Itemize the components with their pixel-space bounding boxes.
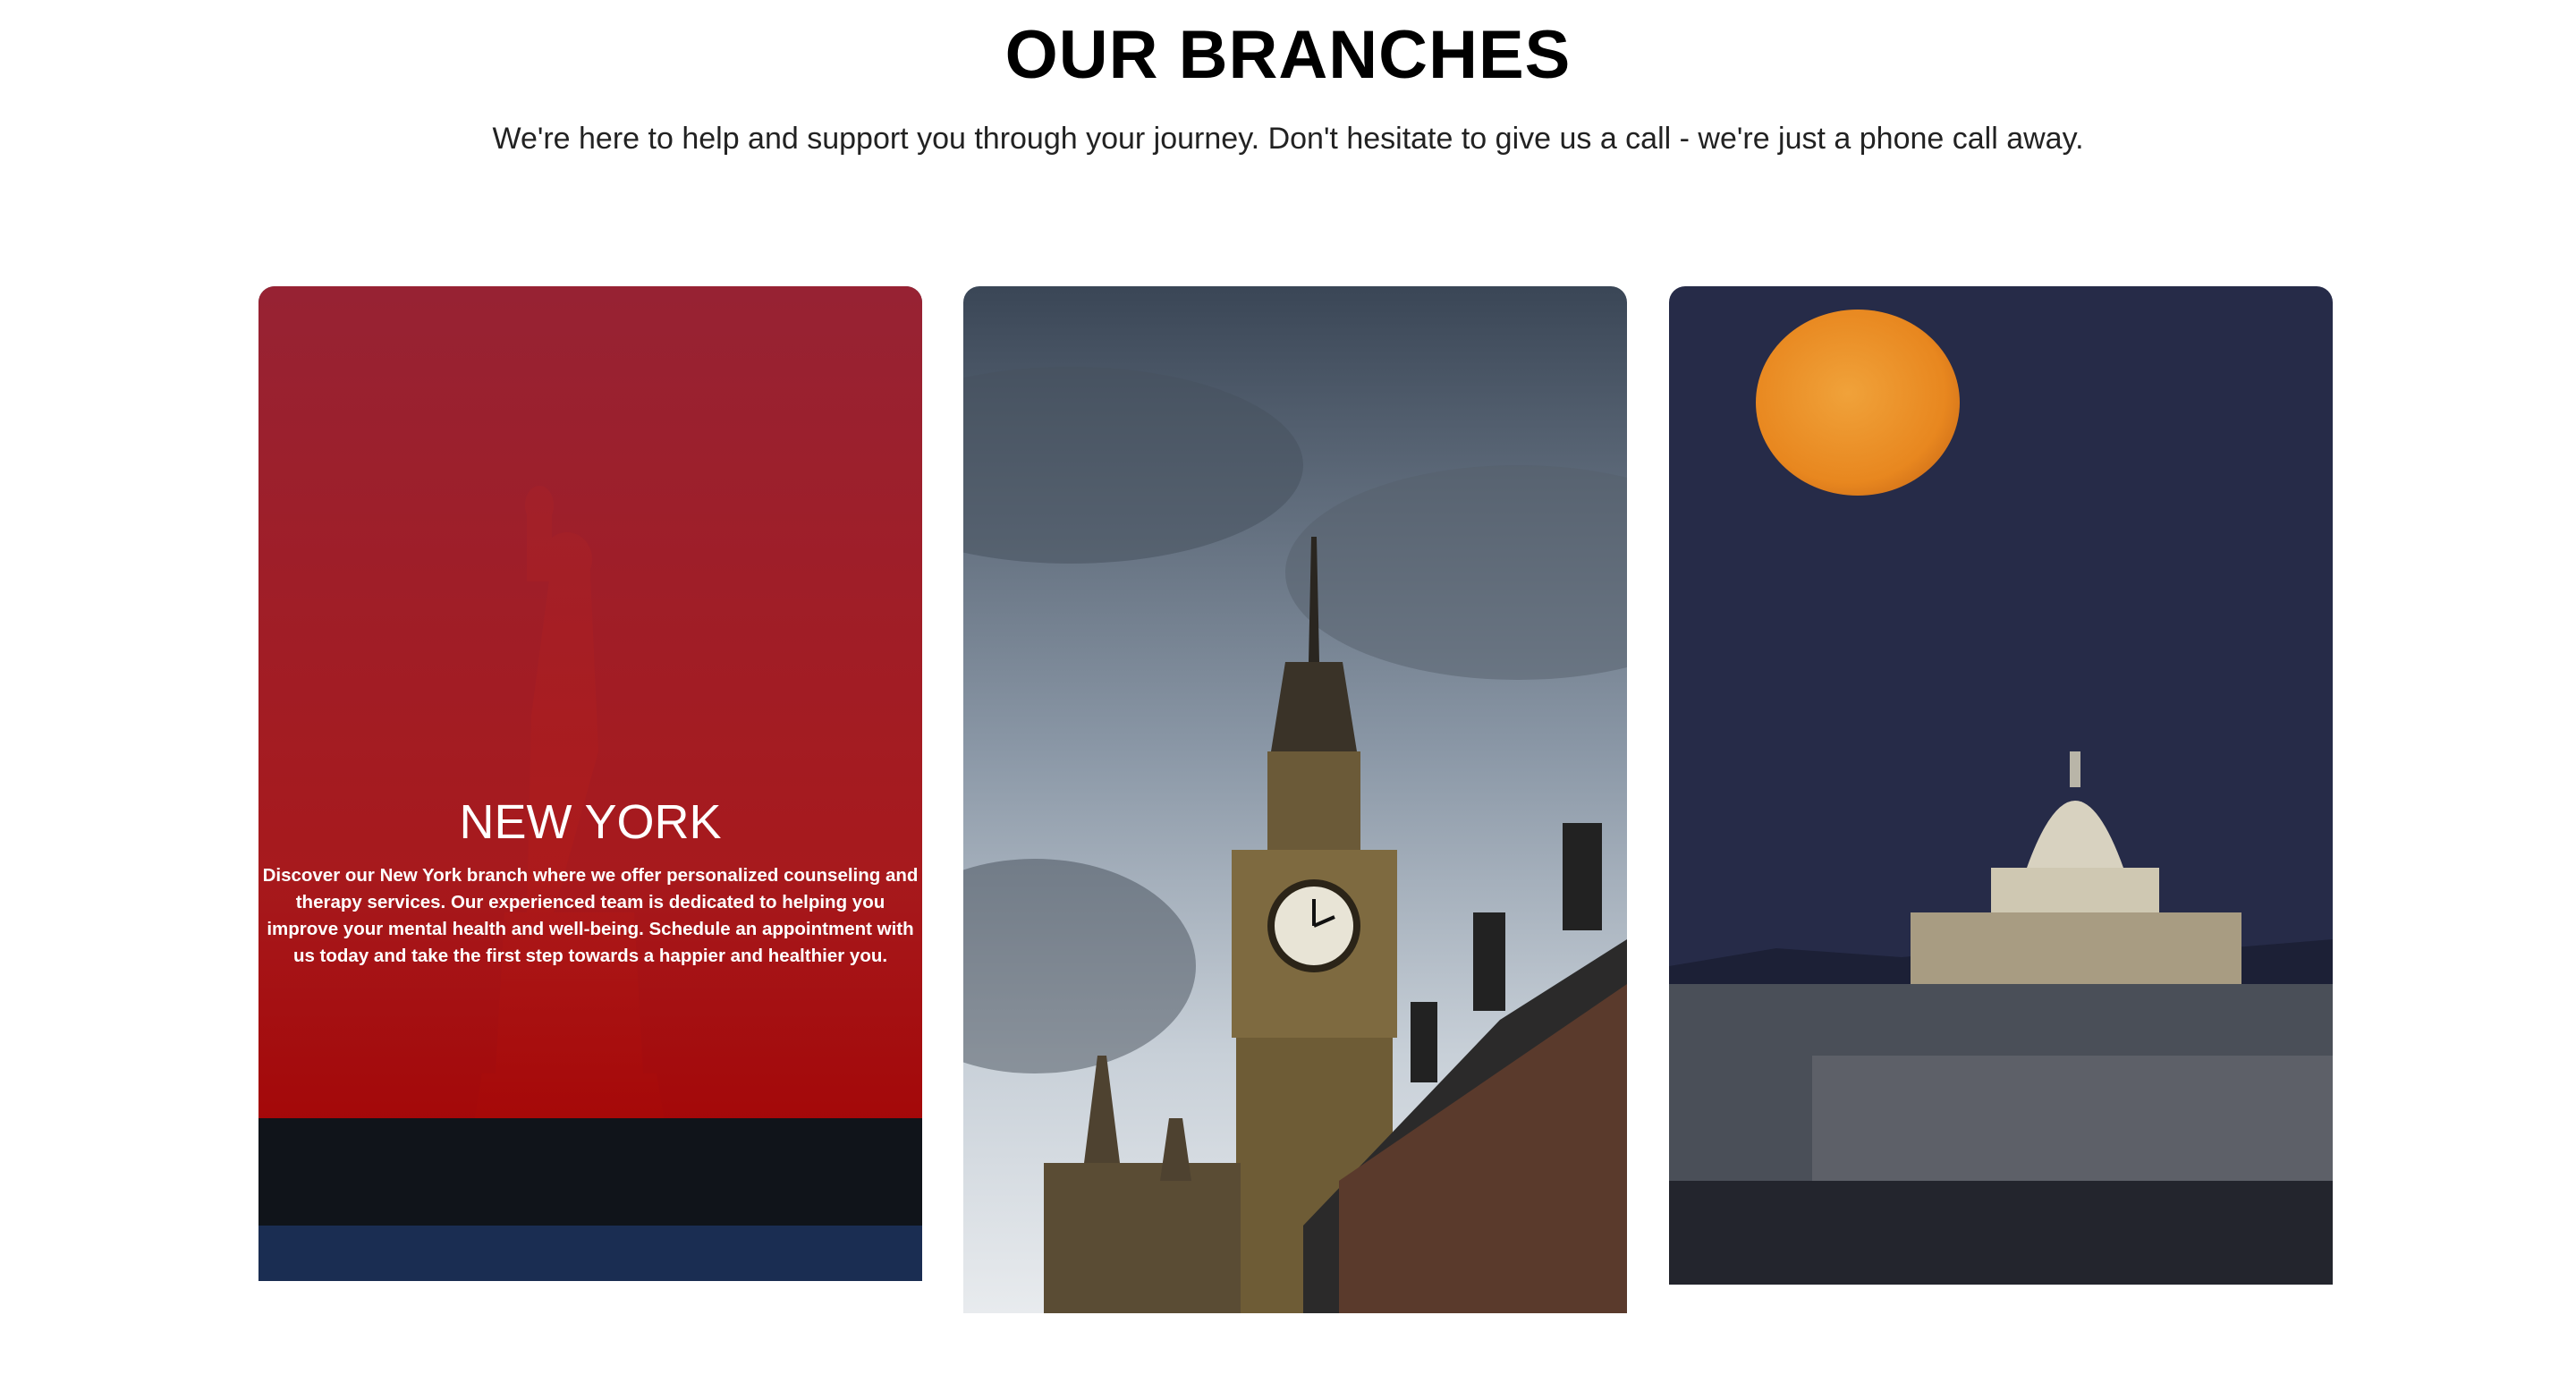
card-overlay — [258, 286, 922, 1118]
branch-card-london[interactable] — [963, 286, 1627, 1313]
section-title: OUR BRANCHES — [1004, 17, 1572, 93]
branch-description: Discover our New York branch where we of… — [262, 865, 919, 966]
branch-name: NEW YORK — [459, 795, 722, 849]
us-capitol-image — [1669, 286, 2333, 1285]
big-ben-image — [963, 286, 1627, 1313]
branch-card-new-york[interactable]: NEW YORK Discover our New York branch wh… — [258, 286, 922, 1281]
branch-card-washington[interactable] — [1669, 286, 2333, 1285]
branches-section: OUR BRANCHES We're here to help and supp… — [0, 0, 2576, 1400]
section-subtitle: We're here to help and support you throu… — [492, 122, 2084, 156]
